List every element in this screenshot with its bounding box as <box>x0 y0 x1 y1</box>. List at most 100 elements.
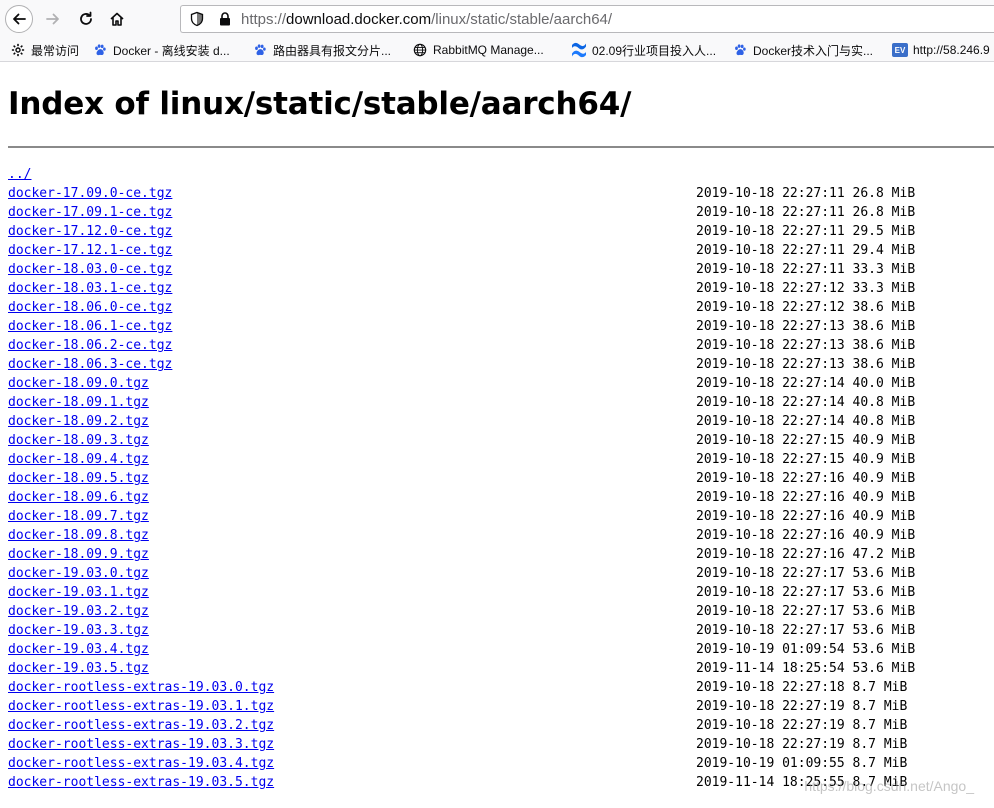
file-row: docker-rootless-extras-19.03.3.tgz 2019-1… <box>8 735 994 754</box>
bookmark-label: 路由器具有报文分片... <box>273 43 392 58</box>
file-listing: ../ docker-17.09.0-ce.tgz 2019-10-18 22:2… <box>8 165 994 792</box>
file-row: docker-19.03.2.tgz 2019-10-18 22:27:17 53… <box>8 602 994 621</box>
shield-icon[interactable] <box>189 11 205 31</box>
file-link[interactable]: docker-18.06.2-ce.tgz <box>8 338 172 353</box>
file-link[interactable]: docker-18.06.1-ce.tgz <box>8 319 172 334</box>
url-bar[interactable]: https://download.docker.com/linux/static… <box>180 5 994 33</box>
bookmark-docker-offline[interactable]: Docker - 离线安装 d... <box>92 38 230 62</box>
file-row: docker-rootless-extras-19.03.2.tgz 2019-1… <box>8 716 994 735</box>
file-link[interactable]: docker-18.09.5.tgz <box>8 471 149 486</box>
url-scheme: https:// <box>241 11 287 28</box>
file-link[interactable]: docker-18.06.3-ce.tgz <box>8 357 172 372</box>
file-link[interactable]: docker-18.09.1.tgz <box>8 395 149 410</box>
file-link[interactable]: docker-rootless-extras-19.03.4.tgz <box>8 756 274 771</box>
file-meta: 2019-10-18 22:27:11 33.3 MiB <box>696 262 916 277</box>
file-meta: 2019-10-18 22:27:13 38.6 MiB <box>696 338 916 353</box>
file-row: docker-18.03.1-ce.tgz 2019-10-18 22:27:12… <box>8 279 994 298</box>
file-meta: 2019-10-18 22:27:16 47.2 MiB <box>696 547 916 562</box>
file-row: docker-17.12.1-ce.tgz 2019-10-18 22:27:11… <box>8 241 994 260</box>
file-link[interactable]: docker-19.03.0.tgz <box>8 566 149 581</box>
back-button[interactable] <box>5 5 33 33</box>
bookmarks-toolbar: 最常访问 Docker - 离线安装 d... 路由器具有报文分片... Rab… <box>0 38 994 62</box>
baidu-paw-icon <box>252 42 268 58</box>
reload-icon <box>80 11 92 25</box>
file-meta: 2019-11-14 18:25:54 53.6 MiB <box>696 661 916 676</box>
bookmark-label: Docker技术入门与实... <box>753 43 874 58</box>
file-row: docker-18.09.4.tgz 2019-10-18 22:27:15 40… <box>8 450 994 469</box>
file-meta: 2019-10-18 22:27:14 40.8 MiB <box>696 414 916 429</box>
file-row: docker-18.09.2.tgz 2019-10-18 22:27:14 40… <box>8 412 994 431</box>
file-link[interactable]: docker-18.09.8.tgz <box>8 528 149 543</box>
file-link[interactable]: docker-19.03.4.tgz <box>8 642 149 657</box>
bookmark-label: http://58.246.9 <box>913 43 990 57</box>
file-meta: 2019-10-18 22:27:17 53.6 MiB <box>696 585 916 600</box>
file-link[interactable]: docker-19.03.5.tgz <box>8 661 149 676</box>
file-link[interactable]: docker-18.09.9.tgz <box>8 547 149 562</box>
forward-button[interactable] <box>39 5 67 33</box>
file-link[interactable]: docker-18.03.0-ce.tgz <box>8 262 172 277</box>
file-row: docker-19.03.4.tgz 2019-10-19 01:09:54 53… <box>8 640 994 659</box>
file-link[interactable]: docker-19.03.2.tgz <box>8 604 149 619</box>
url-text[interactable]: https://download.docker.com/linux/static… <box>241 11 612 28</box>
file-meta: 2019-10-18 22:27:11 29.4 MiB <box>696 243 916 258</box>
bookmark-label: Docker - 离线安装 d... <box>113 43 230 58</box>
watermark: https://blog.csdn.net/Ango_ <box>804 778 974 794</box>
file-link[interactable]: docker-18.09.3.tgz <box>8 433 149 448</box>
file-link[interactable]: docker-rootless-extras-19.03.3.tgz <box>8 737 274 752</box>
parent-row: ../ <box>8 165 994 184</box>
file-row: docker-18.09.6.tgz 2019-10-18 22:27:16 40… <box>8 488 994 507</box>
file-link[interactable]: docker-rootless-extras-19.03.0.tgz <box>8 680 274 695</box>
bookmark-label: RabbitMQ Manage... <box>433 43 544 57</box>
file-link[interactable]: docker-rootless-extras-19.03.2.tgz <box>8 718 274 733</box>
file-meta: 2019-10-18 22:27:14 40.0 MiB <box>696 376 916 391</box>
confluence-icon <box>571 42 587 58</box>
ev-badge: EV <box>892 43 908 57</box>
file-meta: 2019-10-18 22:27:17 53.6 MiB <box>696 623 916 638</box>
file-meta: 2019-10-18 22:27:14 40.8 MiB <box>696 395 916 410</box>
file-row: docker-19.03.5.tgz 2019-11-14 18:25:54 53… <box>8 659 994 678</box>
baidu-paw-icon <box>92 42 108 58</box>
file-link[interactable]: docker-18.09.2.tgz <box>8 414 149 429</box>
file-meta: 2019-10-18 22:27:13 38.6 MiB <box>696 357 916 372</box>
file-row: docker-18.06.3-ce.tgz 2019-10-18 22:27:13… <box>8 355 994 374</box>
file-link[interactable]: docker-17.09.0-ce.tgz <box>8 186 172 201</box>
file-link[interactable]: docker-19.03.1.tgz <box>8 585 149 600</box>
file-row: docker-18.03.0-ce.tgz 2019-10-18 22:27:11… <box>8 260 994 279</box>
file-row: docker-19.03.3.tgz 2019-10-18 22:27:17 53… <box>8 621 994 640</box>
file-row: docker-18.09.9.tgz 2019-10-18 22:27:16 47… <box>8 545 994 564</box>
file-link[interactable]: docker-18.09.6.tgz <box>8 490 149 505</box>
file-link[interactable]: docker-19.03.3.tgz <box>8 623 149 638</box>
file-meta: 2019-10-18 22:27:16 40.9 MiB <box>696 490 916 505</box>
reload-button[interactable] <box>72 5 100 33</box>
file-meta: 2019-10-19 01:09:55 8.7 MiB <box>696 756 908 771</box>
bookmark-ip[interactable]: EV http://58.246.9 <box>892 38 990 62</box>
file-link[interactable]: docker-17.09.1-ce.tgz <box>8 205 172 220</box>
globe-icon <box>412 42 428 58</box>
file-meta: 2019-10-18 22:27:18 8.7 MiB <box>696 680 908 695</box>
file-link[interactable]: docker-18.09.0.tgz <box>8 376 149 391</box>
file-link[interactable]: docker-17.12.1-ce.tgz <box>8 243 172 258</box>
file-row: docker-18.09.0.tgz 2019-10-18 22:27:14 40… <box>8 374 994 393</box>
file-link[interactable]: docker-rootless-extras-19.03.5.tgz <box>8 775 274 790</box>
file-link[interactable]: docker-17.12.0-ce.tgz <box>8 224 172 239</box>
bookmark-router[interactable]: 路由器具有报文分片... <box>252 38 391 62</box>
file-row: docker-19.03.0.tgz 2019-10-18 22:27:17 53… <box>8 564 994 583</box>
file-meta: 2019-10-18 22:27:15 40.9 MiB <box>696 452 916 467</box>
file-meta: 2019-10-18 22:27:12 33.3 MiB <box>696 281 916 296</box>
bookmark-confluence[interactable]: 02.09行业项目投入人... <box>571 38 716 62</box>
file-meta: 2019-10-18 22:27:17 53.6 MiB <box>696 566 916 581</box>
home-button[interactable] <box>103 5 131 33</box>
baidu-paw-icon <box>732 42 748 58</box>
file-meta: 2019-10-18 22:27:11 29.5 MiB <box>696 224 916 239</box>
bookmark-docker-book[interactable]: Docker技术入门与实... <box>732 38 873 62</box>
lock-icon[interactable] <box>217 11 233 31</box>
bookmark-most-visited[interactable]: 最常访问 <box>10 38 79 62</box>
bookmark-rabbitmq[interactable]: RabbitMQ Manage... <box>412 38 544 62</box>
file-link[interactable]: docker-18.03.1-ce.tgz <box>8 281 172 296</box>
parent-directory-link[interactable]: ../ <box>8 167 31 182</box>
file-link[interactable]: docker-18.09.7.tgz <box>8 509 149 524</box>
url-path: /linux/static/stable/aarch64/ <box>431 11 613 28</box>
file-link[interactable]: docker-18.09.4.tgz <box>8 452 149 467</box>
file-link[interactable]: docker-18.06.0-ce.tgz <box>8 300 172 315</box>
file-link[interactable]: docker-rootless-extras-19.03.1.tgz <box>8 699 274 714</box>
